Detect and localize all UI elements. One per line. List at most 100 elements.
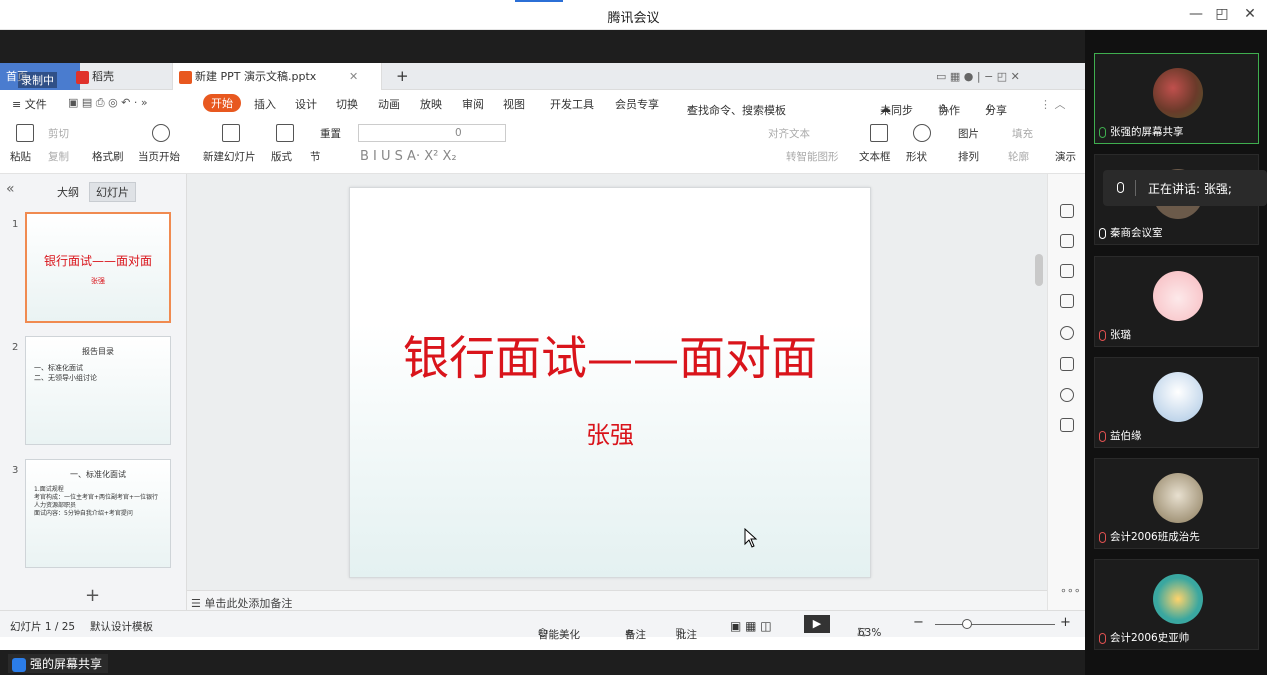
minimize-button[interactable]: — <box>1186 6 1206 22</box>
reset-button[interactable]: 重置 <box>320 126 341 141</box>
adjust-icon[interactable] <box>1060 234 1074 248</box>
outline-button[interactable]: 轮廓 <box>1008 149 1029 164</box>
section-button[interactable]: 节 <box>310 149 321 164</box>
menu-view[interactable]: 视图 <box>503 96 525 112</box>
fill-button[interactable]: 填充 <box>1012 126 1033 141</box>
new-tab-button[interactable]: + <box>390 63 409 90</box>
avatar <box>1153 68 1203 118</box>
font-size-value: 0 <box>455 127 462 139</box>
layout-icon[interactable] <box>276 124 294 142</box>
notes-bar[interactable]: ☰ 单击此处添加备注 <box>187 590 1047 610</box>
participant-name-text: 张璐 <box>1110 329 1131 341</box>
participant-tile[interactable]: 张强的屏幕共享 <box>1094 53 1259 144</box>
slide-thumbnail-1[interactable]: 银行面试——面对面 张强 <box>25 212 171 323</box>
tab-daoke[interactable]: 稻壳 <box>70 63 170 90</box>
from-current-button[interactable]: 当页开始 <box>138 149 180 164</box>
cut-button[interactable]: 剪切 <box>48 126 69 141</box>
textbox-button[interactable]: 文本框 <box>859 149 891 164</box>
participant-tile[interactable]: 会计2006班成治先 <box>1094 458 1259 549</box>
menu-animation[interactable]: 动画 <box>378 96 400 112</box>
slide-thumbnail-2[interactable]: 报告目录 一、标准化面试 二、无领导小组讨论 <box>25 336 171 445</box>
tab-document[interactable]: 新建 PPT 演示文稿.pptx ✕ <box>172 63 382 90</box>
layout-button[interactable]: 版式 <box>271 149 292 164</box>
participant-tile[interactable]: 张璐 <box>1094 256 1259 347</box>
zoom-in-button[interactable]: + <box>1060 615 1071 630</box>
more-dots-icon[interactable]: ∘∘∘ <box>1060 584 1081 597</box>
menu-devtools[interactable]: 开发工具 <box>550 96 594 112</box>
new-slide-icon[interactable] <box>222 124 240 142</box>
menu-insert[interactable]: 插入 <box>254 96 276 112</box>
screen-share-label[interactable]: 强的屏幕共享 <box>8 654 109 673</box>
star-icon[interactable] <box>1060 264 1074 278</box>
window-controls[interactable]: ▭ ▦ ● | − ◰ ✕ <box>930 63 1020 90</box>
zoom-slider-track[interactable] <box>935 624 1055 625</box>
vertical-scrollbar[interactable] <box>1035 254 1043 286</box>
tab-close-icon[interactable]: ✕ <box>349 63 358 90</box>
current-slide[interactable]: 银行面试——面对面 张强 <box>349 187 871 578</box>
arrange-button[interactable]: 排列 <box>958 149 979 164</box>
menu-review[interactable]: 审阅 <box>462 96 484 112</box>
compass-icon[interactable] <box>1060 388 1074 402</box>
comment-toggle-label: 批注 <box>676 629 697 641</box>
copy-button[interactable]: 复制 <box>48 149 69 164</box>
more-icon[interactable]: ⋮ ︿ <box>1040 96 1066 112</box>
share-app-icon <box>12 657 26 672</box>
menu-slideshow[interactable]: 放映 <box>420 96 442 112</box>
smartart-button[interactable]: 转智能图形 <box>786 149 839 164</box>
play-slideshow-icon[interactable]: ▶ <box>804 615 830 633</box>
outline-tab[interactable]: 大纲 <box>57 184 79 200</box>
collapse-panel-icon[interactable]: « <box>6 181 15 197</box>
menu-member[interactable]: 会员专享 <box>615 96 659 112</box>
screen-share-bar: 强的屏幕共享 <box>0 650 1085 675</box>
menu-start[interactable]: 开始 <box>203 94 241 112</box>
present-button[interactable]: 演示 <box>1055 149 1076 164</box>
picture-button[interactable]: 图片 <box>958 126 979 141</box>
thumb-title-3: 一、标准化面试 <box>70 470 126 479</box>
play-from-current-icon[interactable] <box>152 124 170 142</box>
close-button[interactable]: ✕ <box>1240 6 1260 22</box>
mic-icon <box>1117 182 1124 193</box>
tab-document-label: 新建 PPT 演示文稿.pptx <box>195 70 317 83</box>
menu-design[interactable]: 设计 <box>295 96 317 112</box>
slide-thumbnail-3[interactable]: 一、标准化面试 1.面试规程 考官构成：一位主考官+两位副考官+一位银行人力资源… <box>25 459 171 568</box>
participant-name: 秦商会议室 <box>1099 225 1163 240</box>
paste-button[interactable]: 粘贴 <box>10 149 31 164</box>
thumb-item: 1.面试规程 <box>34 486 64 493</box>
template-name[interactable]: 默认设计模板 <box>90 619 153 634</box>
menu-file[interactable]: ≡ 文件 <box>12 96 47 112</box>
restore-button[interactable]: ◰ <box>1212 6 1232 22</box>
quick-access-icons[interactable]: ▣ ▤ ⎙ ◎ ↶ · » <box>68 96 148 110</box>
zoom-out-button[interactable]: − <box>913 615 924 630</box>
shape-icon[interactable] <box>913 124 931 142</box>
participant-tile[interactable]: 会计2006史亚帅 <box>1094 559 1259 650</box>
book-icon[interactable] <box>1060 418 1074 432</box>
font-style-buttons[interactable]: B I U S A· X² X₂ <box>360 149 457 164</box>
shape-button[interactable]: 形状 <box>906 149 927 164</box>
add-slide-button[interactable]: + <box>85 585 100 606</box>
menu-transition[interactable]: 切换 <box>336 96 358 112</box>
copy-icon[interactable] <box>1060 294 1074 308</box>
title-accent <box>515 0 563 2</box>
meeting-title-bar: 腾讯会议 — ◰ ✕ <box>0 0 1267 30</box>
image-icon[interactable] <box>1060 357 1074 371</box>
font-select[interactable]: 0 <box>358 124 506 142</box>
textbox-icon[interactable] <box>870 124 888 142</box>
participant-tile[interactable]: 益伯缘 <box>1094 357 1259 448</box>
participant-list: 张强的屏幕共享 秦商会议室 张璐 益伯缘 会计2006班成治先 会计2006史亚… <box>1085 30 1267 675</box>
slide-subtitle[interactable]: 张强 <box>350 415 870 450</box>
mic-icon <box>1099 227 1106 239</box>
rocket-icon[interactable] <box>1060 204 1074 218</box>
paste-icon[interactable] <box>16 124 34 142</box>
avatar <box>1153 372 1203 422</box>
align-text-button[interactable]: 对齐文本 <box>768 126 810 141</box>
new-slide-button[interactable]: 新建幻灯片 <box>203 149 256 164</box>
format-painter-button[interactable]: 格式刷 <box>92 149 124 164</box>
view-mode-icons[interactable]: ▣ ▦ ◫ <box>730 619 772 633</box>
zoom-slider-thumb[interactable] <box>962 619 972 629</box>
menu-bar: ≡ 文件 ▣ ▤ ⎙ ◎ ↶ · » 开始 插入 设计 切换 动画 放映 审阅 … <box>0 90 1085 117</box>
ribbon-toolbar: 粘贴 剪切 复制 格式刷 当页开始 新建幻灯片 版式 节 重置 0 B I U … <box>0 116 1085 174</box>
slide-title[interactable]: 银行面试——面对面 <box>350 322 870 388</box>
help-icon[interactable] <box>1060 326 1074 340</box>
mic-muted-icon <box>1099 632 1106 644</box>
slides-tab[interactable]: 幻灯片 <box>89 182 136 202</box>
